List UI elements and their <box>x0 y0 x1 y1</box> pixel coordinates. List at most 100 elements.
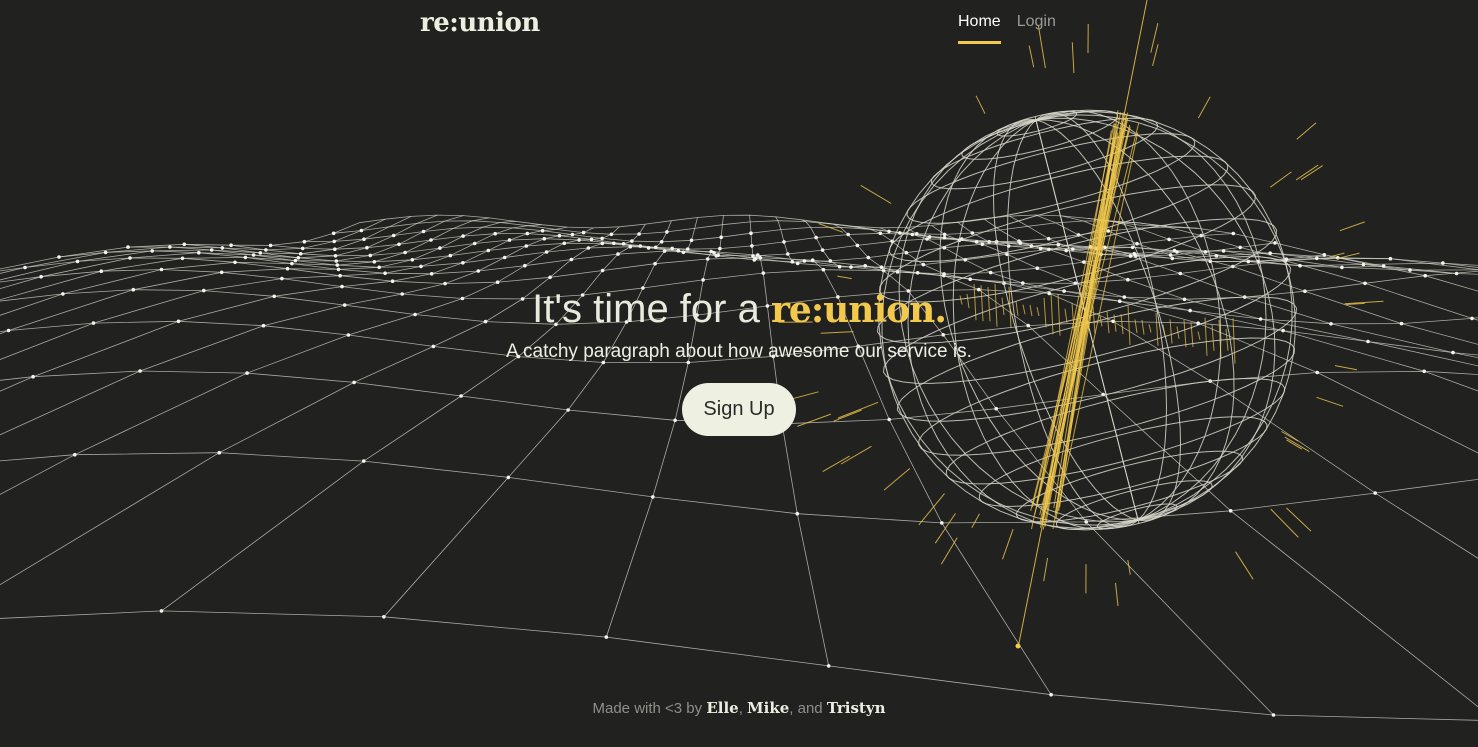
grid-node <box>103 250 108 255</box>
grid-node <box>569 257 574 262</box>
grid-node <box>1238 245 1242 250</box>
hero-title-prefix: It's time for a <box>532 287 771 331</box>
grid-node <box>1170 256 1175 261</box>
grid-node <box>233 260 237 265</box>
grid-node <box>75 259 80 264</box>
brand-logo[interactable]: re:union <box>420 8 540 38</box>
grid-node <box>1017 239 1021 243</box>
grid-node <box>600 236 604 241</box>
grid-node <box>73 452 77 457</box>
grid-node <box>372 260 377 264</box>
grid-node <box>57 255 61 259</box>
grid-node <box>542 236 547 241</box>
grid-node <box>391 233 396 238</box>
grid-node <box>589 237 594 242</box>
grid-node <box>397 242 401 247</box>
grid-node <box>1203 250 1208 254</box>
grid-node <box>630 239 634 243</box>
grid-node <box>646 246 651 250</box>
grid-node <box>461 234 465 238</box>
grid-node <box>493 231 498 236</box>
grid-node <box>1178 271 1183 276</box>
footer: Made with <3 by Elle, Mike, and Tristyn <box>0 699 1478 717</box>
grid-node <box>557 233 562 238</box>
grid-node <box>99 269 104 274</box>
grid-node <box>904 250 909 255</box>
grid-node <box>1298 263 1302 268</box>
grid-node <box>1231 231 1236 236</box>
accent-burst-line <box>840 445 872 465</box>
nav-home-link[interactable]: Home <box>958 13 1001 44</box>
grid-node <box>810 258 815 263</box>
grid-node <box>1135 241 1139 246</box>
grid-node <box>577 238 581 242</box>
grid-node <box>855 243 860 248</box>
grid-node <box>609 232 614 237</box>
accent-burst-line <box>883 468 911 491</box>
accent-burst-line <box>1339 221 1365 232</box>
grid-node <box>1214 254 1219 258</box>
footer-name-tristyn: Tristyn <box>826 699 886 717</box>
grid-node <box>659 240 664 244</box>
grid-node <box>637 232 641 236</box>
grid-node <box>251 253 256 257</box>
grid-node <box>39 274 43 279</box>
grid-node <box>126 245 130 249</box>
accent-burst-line <box>971 513 980 528</box>
grid-node <box>1273 241 1277 245</box>
grid-node <box>1134 254 1138 258</box>
grid-node <box>182 242 187 247</box>
grid-node <box>820 248 825 252</box>
grid-node <box>403 250 407 255</box>
grid-node <box>523 263 527 268</box>
accent-node <box>1015 643 1021 649</box>
grid-node <box>540 228 545 233</box>
grid-node <box>878 231 883 236</box>
accent-burst-line <box>822 455 850 473</box>
grid-node <box>638 244 643 248</box>
nav-login-link[interactable]: Login <box>1017 13 1056 44</box>
grid-node <box>863 264 867 268</box>
grid-node <box>1388 256 1393 261</box>
accent-burst-line <box>1270 508 1299 538</box>
sign-up-button[interactable]: Sign Up <box>682 383 796 436</box>
grid-node <box>268 243 273 248</box>
accent-burst-line <box>860 184 892 204</box>
grid-node <box>942 232 947 237</box>
grid-node <box>653 261 657 266</box>
grid-node <box>1373 491 1377 495</box>
grid-node <box>718 246 722 251</box>
grid-node <box>168 245 172 249</box>
accent-burst-line <box>975 95 986 114</box>
grid-node <box>1322 253 1327 257</box>
grid-node <box>1315 256 1319 261</box>
grid-node <box>600 241 605 246</box>
grid-node <box>581 230 586 235</box>
grid-node <box>802 259 807 263</box>
accent-burst-line <box>1270 171 1292 188</box>
accent-burst-line <box>940 537 958 565</box>
grid-node <box>790 260 795 264</box>
hero-title: It's time for a re:union. <box>0 282 1478 337</box>
grid-node <box>1361 262 1366 267</box>
grid-node <box>338 273 342 278</box>
grid-node <box>1167 237 1171 242</box>
grid-node <box>814 235 818 240</box>
grid-node <box>334 259 339 263</box>
grid-node <box>586 246 591 250</box>
grid-node <box>331 231 336 236</box>
grid-node <box>1441 261 1445 265</box>
grid-node <box>600 268 605 273</box>
hero-subtitle: A catchy paragraph about how awesome our… <box>506 341 972 362</box>
grid-node <box>429 272 434 276</box>
grid-node <box>300 246 305 251</box>
grid-node <box>476 269 481 273</box>
grid-node <box>1408 268 1412 272</box>
accent-burst-line <box>1295 164 1319 181</box>
grid-node <box>1130 245 1135 250</box>
grid-node <box>365 245 369 250</box>
accent-burst-line <box>1300 165 1323 181</box>
grid-node <box>1126 277 1130 282</box>
grid-node <box>795 511 800 516</box>
grid-node <box>383 271 387 276</box>
